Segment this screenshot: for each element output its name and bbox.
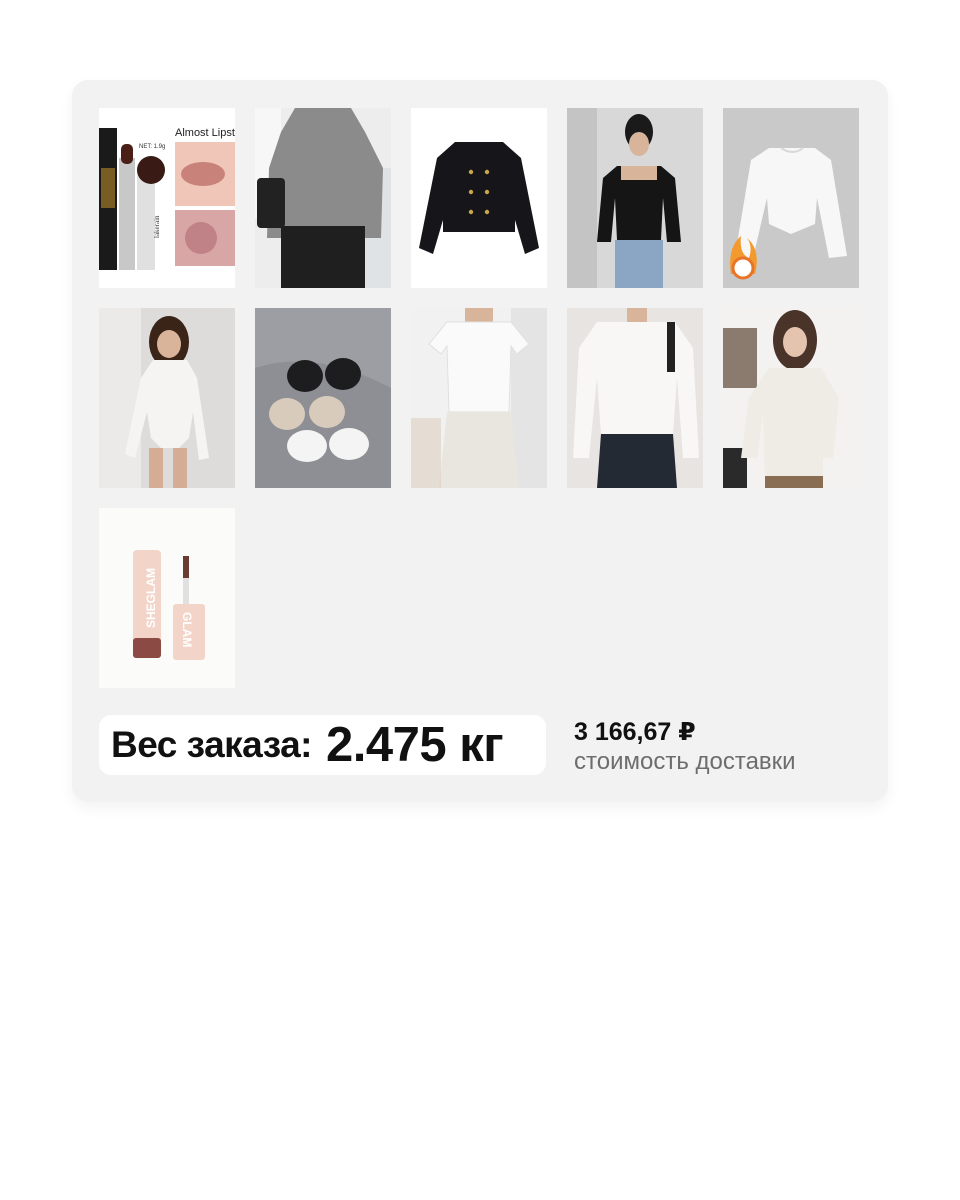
product-image bbox=[567, 108, 703, 288]
product-image bbox=[255, 308, 391, 488]
product-thumb-black-jacket[interactable] bbox=[411, 108, 547, 288]
product-label: Almost Lipst bbox=[175, 127, 235, 139]
product-thumb-lip-gloss[interactable]: SHEGLAM GLAM bbox=[99, 508, 235, 688]
product-thumb-white-shirt[interactable] bbox=[723, 308, 859, 488]
product-thumb-bras[interactable] bbox=[255, 308, 391, 488]
product-thumb-black-top[interactable] bbox=[567, 108, 703, 288]
product-thumb-lipstick[interactable]: Almost Lipst NET: 1.9g lakerain bbox=[99, 108, 235, 288]
product-image bbox=[567, 308, 703, 488]
product-image bbox=[723, 308, 859, 488]
product-brand: SHEGLAM bbox=[144, 568, 158, 628]
product-thumb-white-tshirt[interactable] bbox=[411, 308, 547, 488]
product-image: SHEGLAM GLAM bbox=[99, 508, 235, 688]
order-weight-value: 2.475 кг bbox=[326, 718, 504, 772]
product-thumb-white-top[interactable] bbox=[723, 108, 859, 288]
product-image bbox=[411, 108, 547, 288]
product-thumb-ribbed-sweater[interactable] bbox=[567, 308, 703, 488]
product-brand: lakerain bbox=[153, 215, 161, 238]
product-net: NET: 1.9g bbox=[139, 144, 165, 150]
product-image bbox=[99, 308, 235, 488]
product-thumb-white-bodysuit[interactable] bbox=[99, 308, 235, 488]
delivery-cost: 3 166,67 ₽ стоимость доставки bbox=[574, 717, 796, 777]
product-image bbox=[411, 308, 547, 488]
product-thumb-grey-cardigan[interactable] bbox=[255, 108, 391, 288]
product-image bbox=[723, 108, 859, 288]
product-image: Almost Lipst NET: 1.9g lakerain bbox=[99, 108, 235, 288]
order-weight-label: Вес заказа: bbox=[111, 724, 313, 765]
product-brand-secondary: GLAM bbox=[180, 612, 194, 647]
product-image bbox=[255, 108, 391, 288]
order-summary-card: Almost Lipst NET: 1.9g lakerain SHEGLAM … bbox=[72, 80, 888, 802]
order-weight-pill: Вес заказа: 2.475 кг bbox=[99, 715, 546, 775]
delivery-price: 3 166,67 ₽ bbox=[574, 718, 696, 746]
delivery-caption: стоимость доставки bbox=[574, 748, 796, 775]
